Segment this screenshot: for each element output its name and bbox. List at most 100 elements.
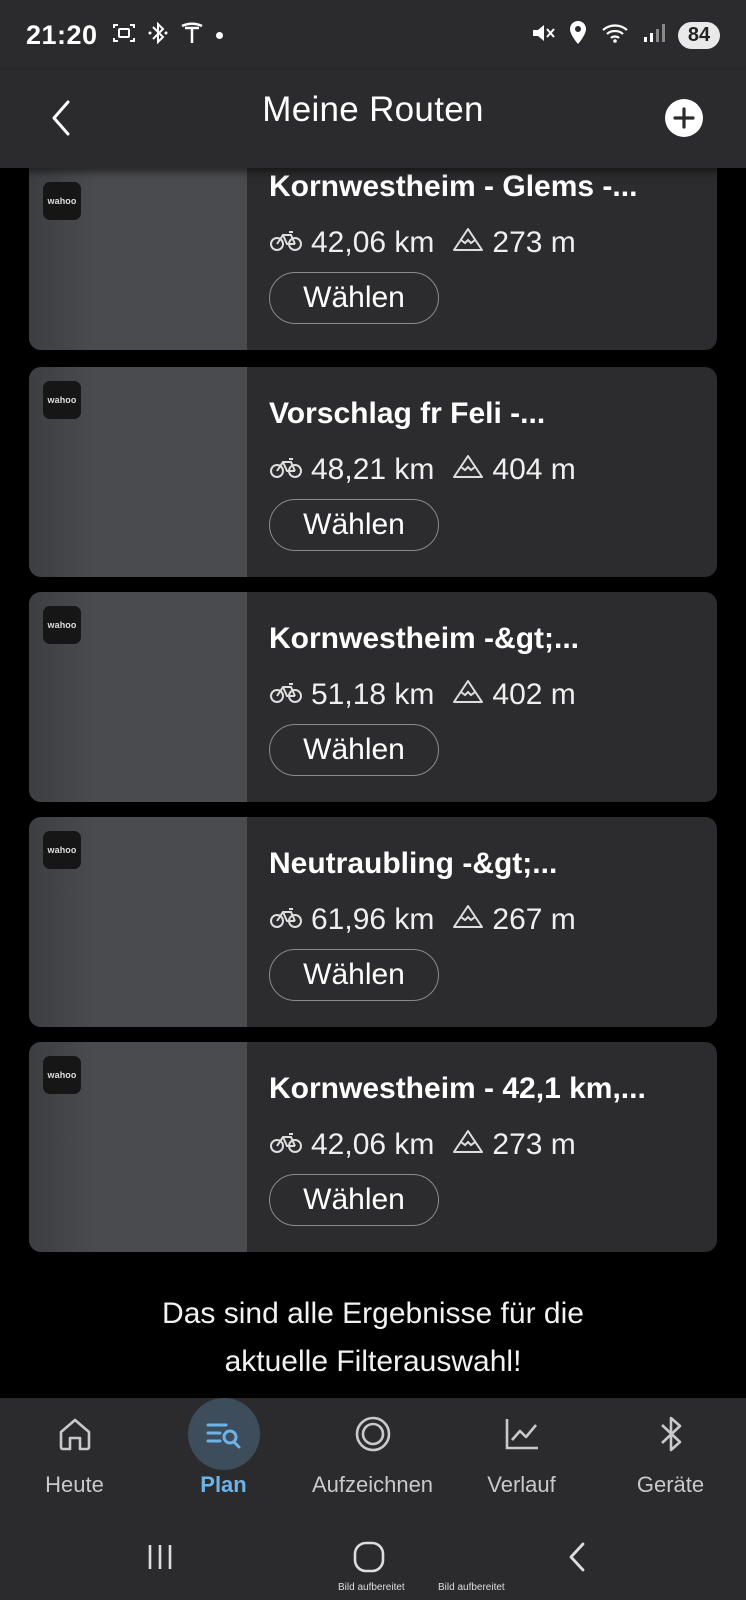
- system-caption: Bild aufbereitet: [438, 1582, 505, 1593]
- route-card[interactable]: wahoo Kornwestheim - 42,1 km,... 42,06 k…: [29, 1042, 717, 1252]
- route-distance: 61,96 km: [311, 903, 435, 936]
- elevation-icon: [452, 903, 484, 937]
- system-back-button[interactable]: [548, 1532, 608, 1582]
- bluetooth-icon: [148, 21, 168, 50]
- dot-icon: [215, 31, 223, 39]
- route-map-thumbnail: wahoo: [29, 367, 247, 577]
- recent-apps-button[interactable]: [130, 1532, 190, 1582]
- route-info: Kornwestheim - 42,1 km,... 42,06 km 273 …: [269, 1042, 703, 1252]
- plan-search-icon: [187, 1398, 260, 1470]
- select-route-button[interactable]: Wählen: [269, 949, 439, 1001]
- route-map-thumbnail: wahoo: [29, 1042, 247, 1252]
- route-stats: 42,06 km 273 m: [269, 1128, 576, 1162]
- wahoo-logo: wahoo: [43, 381, 81, 419]
- route-stats: 61,96 km 267 m: [269, 903, 576, 937]
- route-distance: 51,18 km: [311, 678, 435, 711]
- elevation-icon: [452, 1128, 484, 1162]
- signal-icon: [642, 21, 666, 50]
- end-of-results-message: Das sind alle Ergebnisse für die aktuell…: [0, 1290, 746, 1386]
- select-route-button[interactable]: Wählen: [269, 272, 439, 324]
- select-route-button[interactable]: Wählen: [269, 724, 439, 776]
- nav-label: Geräte: [636, 1472, 705, 1497]
- record-icon: [337, 1404, 409, 1464]
- elevation-icon: [452, 453, 484, 487]
- wifi-icon: [600, 21, 630, 50]
- route-elevation: 404 m: [492, 453, 576, 486]
- route-list[interactable]: wahoo Kornwestheim - Glems -... 42,06 km…: [0, 168, 746, 1398]
- bluetooth-icon: [635, 1404, 707, 1464]
- end-message-line-1: Das sind alle Ergebnisse für die: [162, 1297, 584, 1330]
- route-name: Kornwestheim - 42,1 km,...: [269, 1072, 646, 1105]
- nav-label: Verlauf: [487, 1472, 556, 1497]
- nav-label: Heute: [45, 1472, 104, 1497]
- status-bar: 21:20 84: [0, 0, 746, 70]
- chart-trend-icon: [486, 1404, 558, 1464]
- status-time: 21:20: [26, 19, 98, 50]
- home-icon: [39, 1404, 111, 1464]
- route-name: Neutraubling -&gt;...: [269, 847, 558, 880]
- bottom-navigation: Heute Plan Aufzeichnen Verlauf Geräte: [0, 1398, 746, 1520]
- route-map-thumbnail: wahoo: [29, 592, 247, 802]
- nav-label: Plan: [200, 1472, 247, 1497]
- status-right-icons: 84: [530, 20, 720, 51]
- bicycle-icon: [269, 1128, 303, 1162]
- route-distance: 42,06 km: [311, 226, 435, 259]
- route-stats: 51,18 km 402 m: [269, 678, 576, 712]
- bicycle-icon: [269, 903, 303, 937]
- nav-item-verlauf[interactable]: Verlauf: [447, 1398, 596, 1520]
- route-card[interactable]: wahoo Kornwestheim - Glems -... 42,06 km…: [29, 168, 717, 350]
- battery-indicator: 84: [678, 21, 720, 49]
- elevation-icon: [452, 226, 484, 260]
- nav-item-heute[interactable]: Heute: [0, 1398, 149, 1520]
- add-route-button[interactable]: [656, 90, 712, 146]
- route-elevation: 273 m: [492, 226, 576, 259]
- end-message-line-2: aktuelle Filterauswahl!: [224, 1345, 522, 1378]
- page-title: Meine Routen: [262, 90, 484, 129]
- bicycle-icon: [269, 226, 303, 260]
- bicycle-icon: [269, 453, 303, 487]
- route-distance: 48,21 km: [311, 453, 435, 486]
- nav-item-geraete[interactable]: Geräte: [596, 1398, 745, 1520]
- home-button[interactable]: [339, 1532, 399, 1582]
- route-map-thumbnail: wahoo: [29, 168, 247, 350]
- location-icon: [568, 20, 588, 51]
- route-stats: 48,21 km 404 m: [269, 453, 576, 487]
- route-card[interactable]: wahoo Neutraubling -&gt;... 61,96 km 267…: [29, 817, 717, 1027]
- system-caption: Bild aufbereitet: [338, 1582, 405, 1593]
- bicycle-icon: [269, 678, 303, 712]
- system-navigation-bar: Bild aufbereitet Bild aufbereitet: [0, 1520, 746, 1600]
- nav-label: Aufzeichnen: [311, 1472, 434, 1497]
- wahoo-logo: wahoo: [43, 1056, 81, 1094]
- plus-circle-icon: [665, 99, 703, 137]
- wahoo-logo: wahoo: [43, 182, 81, 220]
- tesla-icon: [180, 21, 204, 50]
- app-header: Meine Routen: [0, 70, 746, 168]
- chevron-left-icon: [569, 1542, 585, 1572]
- select-route-button[interactable]: Wählen: [269, 1174, 439, 1226]
- screenshot-icon: [112, 22, 136, 49]
- elevation-icon: [452, 678, 484, 712]
- route-elevation: 267 m: [492, 903, 576, 936]
- route-distance: 42,06 km: [311, 1128, 435, 1161]
- route-name: Vorschlag fr Feli -...: [269, 397, 546, 430]
- route-stats: 42,06 km 273 m: [269, 226, 576, 260]
- route-info: Kornwestheim -&gt;... 51,18 km 402 m Wäh…: [269, 592, 703, 802]
- route-elevation: 402 m: [492, 678, 576, 711]
- mute-icon: [530, 21, 556, 50]
- wahoo-logo: wahoo: [43, 606, 81, 644]
- route-info: Neutraubling -&gt;... 61,96 km 267 m Wäh…: [269, 817, 703, 1027]
- recent-apps-icon: [148, 1545, 172, 1569]
- route-elevation: 273 m: [492, 1128, 576, 1161]
- route-info: Vorschlag fr Feli -... 48,21 km 404 m Wä…: [269, 367, 703, 577]
- route-card[interactable]: wahoo Kornwestheim -&gt;... 51,18 km 402…: [29, 592, 717, 802]
- status-left-icons: [112, 21, 223, 50]
- route-map-thumbnail: wahoo: [29, 817, 247, 1027]
- route-name: Kornwestheim - Glems -...: [269, 170, 638, 203]
- nav-item-aufzeichnen[interactable]: Aufzeichnen: [298, 1398, 447, 1520]
- wahoo-logo: wahoo: [43, 831, 81, 869]
- route-info: Kornwestheim - Glems -... 42,06 km 273 m…: [269, 168, 703, 350]
- select-route-button[interactable]: Wählen: [269, 499, 439, 551]
- route-name: Kornwestheim -&gt;...: [269, 622, 580, 655]
- nav-item-plan[interactable]: Plan: [149, 1398, 298, 1520]
- route-card[interactable]: wahoo Vorschlag fr Feli -... 48,21 km 40…: [29, 367, 717, 577]
